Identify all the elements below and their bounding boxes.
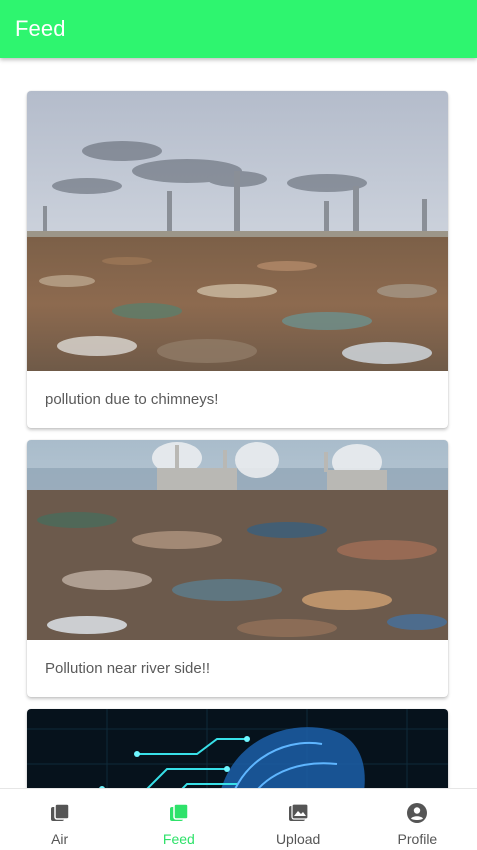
post-caption: Pollution near river side!! bbox=[45, 660, 211, 677]
nav-label-profile: Profile bbox=[397, 831, 438, 847]
post-image bbox=[27, 91, 448, 371]
feed-card[interactable]: Pollution near river side!! bbox=[27, 440, 448, 697]
nav-item-upload[interactable]: Upload bbox=[239, 789, 358, 850]
account-circle-icon bbox=[407, 803, 428, 823]
page-title: Feed bbox=[15, 16, 66, 41]
image-icon bbox=[289, 803, 309, 821]
nav-label-feed: Feed bbox=[162, 831, 195, 847]
stacked-squares-icon bbox=[50, 803, 70, 821]
feed-list[interactable]: pollution due to chimneys! Pollution nea… bbox=[0, 58, 477, 788]
feed-card[interactable] bbox=[27, 709, 448, 788]
post-image bbox=[27, 440, 448, 640]
nav-item-feed[interactable]: Feed bbox=[119, 789, 238, 850]
nav-label-upload: Upload bbox=[275, 831, 321, 847]
post-caption: pollution due to chimneys! bbox=[45, 391, 219, 408]
app-bar: Feed bbox=[0, 0, 477, 58]
feed-card[interactable]: pollution due to chimneys! bbox=[27, 91, 448, 428]
post-image bbox=[27, 709, 448, 788]
bottom-navigation: Air Feed Upload Profile bbox=[0, 788, 477, 850]
nav-item-profile[interactable]: Profile bbox=[358, 789, 477, 850]
nav-item-air[interactable]: Air bbox=[0, 789, 119, 850]
nav-label-air: Air bbox=[51, 831, 69, 847]
stacked-squares-icon bbox=[169, 803, 189, 821]
